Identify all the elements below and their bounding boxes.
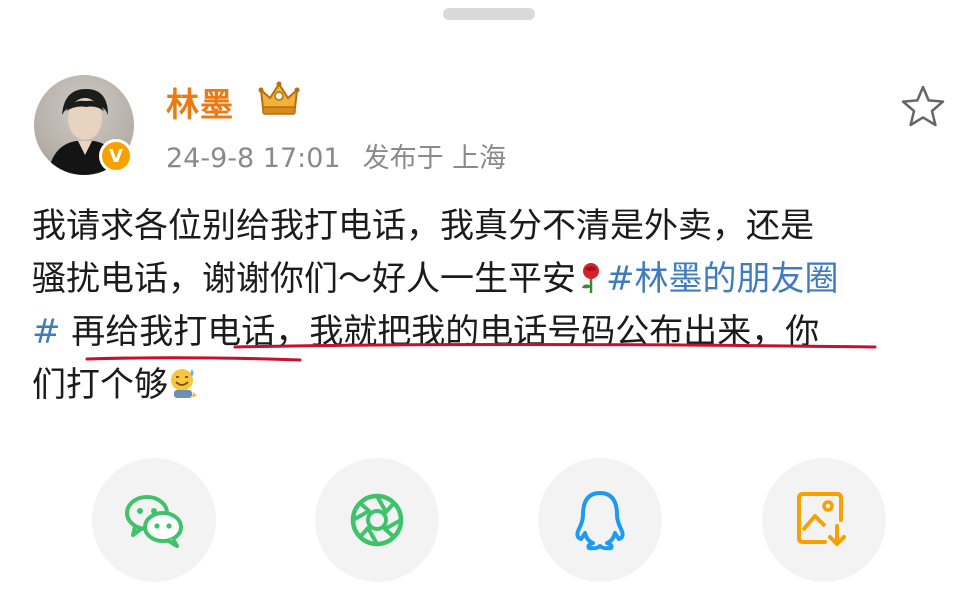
username[interactable]: 林墨 (166, 78, 234, 126)
post-line-2: 骚扰电话，谢谢你们～好人一生平安 #林墨的朋友圈 (32, 253, 947, 306)
moments-icon (350, 493, 404, 547)
save-image-button[interactable] (762, 458, 886, 582)
drag-handle[interactable] (443, 8, 535, 20)
star-icon[interactable] (900, 84, 946, 128)
hashtag-end[interactable]: # (32, 312, 61, 352)
share-row (0, 458, 972, 588)
post-text: 骚扰电话，谢谢你们～好人一生平安 (32, 259, 576, 299)
post-line-4: 们打个够 (32, 359, 947, 412)
verified-badge: V (99, 139, 133, 173)
post-line-3: # 再给我打电话，我就把我的电话号码公布出来，你 (32, 306, 947, 359)
post-text: 们打个够 (32, 365, 168, 405)
qq-icon (575, 491, 625, 551)
post-meta: 24-9-8 17:01 发布于 上海 (166, 136, 506, 175)
hashtag-link[interactable]: #林墨的朋友圈 (606, 259, 839, 299)
avatar[interactable]: V (34, 75, 136, 175)
qq-share-button[interactable] (538, 458, 662, 582)
timestamp: 24-9-8 17:01 (166, 143, 341, 174)
post-text: 再给我打电话，我就把我的电话号码公布出来，你 (60, 312, 820, 352)
moments-share-button[interactable] (315, 458, 439, 582)
post-line-1: 我请求各位别给我打电话，我真分不清是外卖，还是 (32, 206, 814, 246)
save-image-icon (797, 492, 846, 546)
location: 发布于 上海 (362, 143, 507, 174)
wechat-share-button[interactable] (92, 458, 216, 582)
wechat-icon (125, 495, 183, 548)
post-body: 我请求各位别给我打电话，我真分不清是外卖，还是 骚扰电话，谢谢你们～好人一生平安… (32, 200, 947, 412)
rose-icon (582, 263, 599, 293)
crown-icon (258, 81, 300, 115)
sweat-smile-icon (171, 369, 197, 398)
